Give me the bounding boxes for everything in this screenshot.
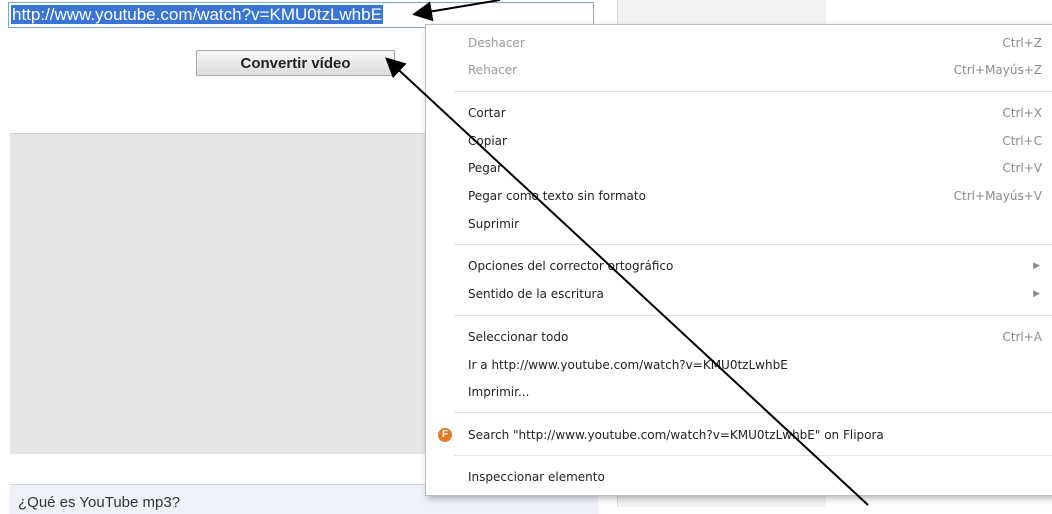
arrow-to-convert-button	[385, 57, 869, 506]
annotation-arrows	[385, 0, 869, 506]
arrow-to-url-input	[412, 0, 501, 22]
